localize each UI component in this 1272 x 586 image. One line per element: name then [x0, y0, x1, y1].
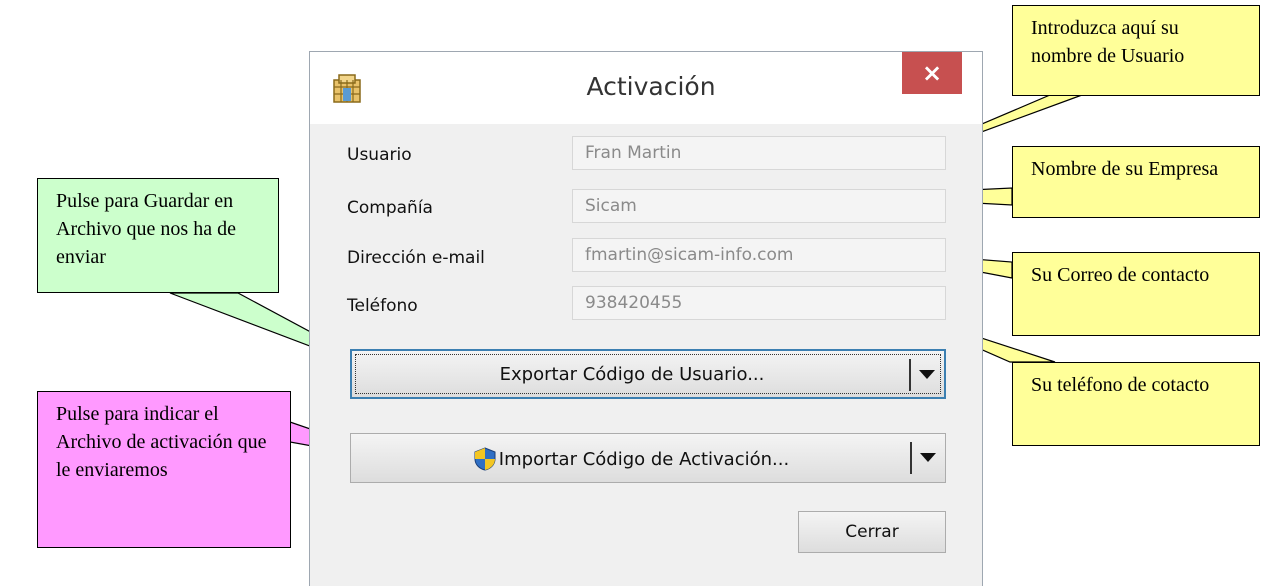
telefono-field[interactable]	[572, 286, 946, 320]
title-bar[interactable]: Activación ×	[310, 52, 982, 124]
usuario-field[interactable]	[572, 136, 946, 170]
close-window-button[interactable]: ×	[902, 52, 962, 94]
chevron-down-icon[interactable]	[920, 453, 936, 462]
import-activation-code-button[interactable]: Importar Código de Activación...	[350, 433, 946, 483]
uac-shield-icon	[474, 447, 496, 471]
email-field[interactable]	[572, 238, 946, 272]
window-title: Activación	[586, 72, 716, 101]
close-icon: ×	[921, 59, 943, 87]
split-separator	[909, 359, 911, 391]
cerrar-button[interactable]: Cerrar	[798, 511, 946, 553]
callout-correo: Su Correo de contacto	[1012, 252, 1260, 336]
callout-importar: Pulse para indicar el Archivo de activac…	[37, 391, 291, 548]
import-button-text: Importar Código de Activación...	[351, 447, 911, 471]
callout-empresa: Nombre de su Empresa	[1012, 146, 1260, 218]
activation-dialog: Activación × Usuario Compañía Dirección …	[309, 51, 983, 586]
split-separator	[910, 442, 912, 474]
export-button-label: Exportar Código de Usuario...	[499, 364, 765, 385]
compania-field[interactable]	[572, 189, 946, 223]
email-label: Dirección e-mail	[347, 248, 485, 268]
telefono-label: Teléfono	[347, 296, 418, 316]
import-button-label: Importar Código de Activación...	[498, 449, 790, 470]
callout-usuario: Introduzca aquí su nombre de Usuario	[1012, 5, 1260, 96]
compania-label: Compañía	[347, 198, 433, 218]
callout-guardar: Pulse para Guardar en Archivo que nos ha…	[37, 178, 279, 293]
callout-telefono: Su teléfono de cotacto	[1012, 362, 1260, 446]
chevron-down-icon[interactable]	[919, 370, 935, 379]
usuario-label: Usuario	[347, 145, 412, 165]
export-user-code-button[interactable]: Exportar Código de Usuario...	[350, 349, 946, 399]
